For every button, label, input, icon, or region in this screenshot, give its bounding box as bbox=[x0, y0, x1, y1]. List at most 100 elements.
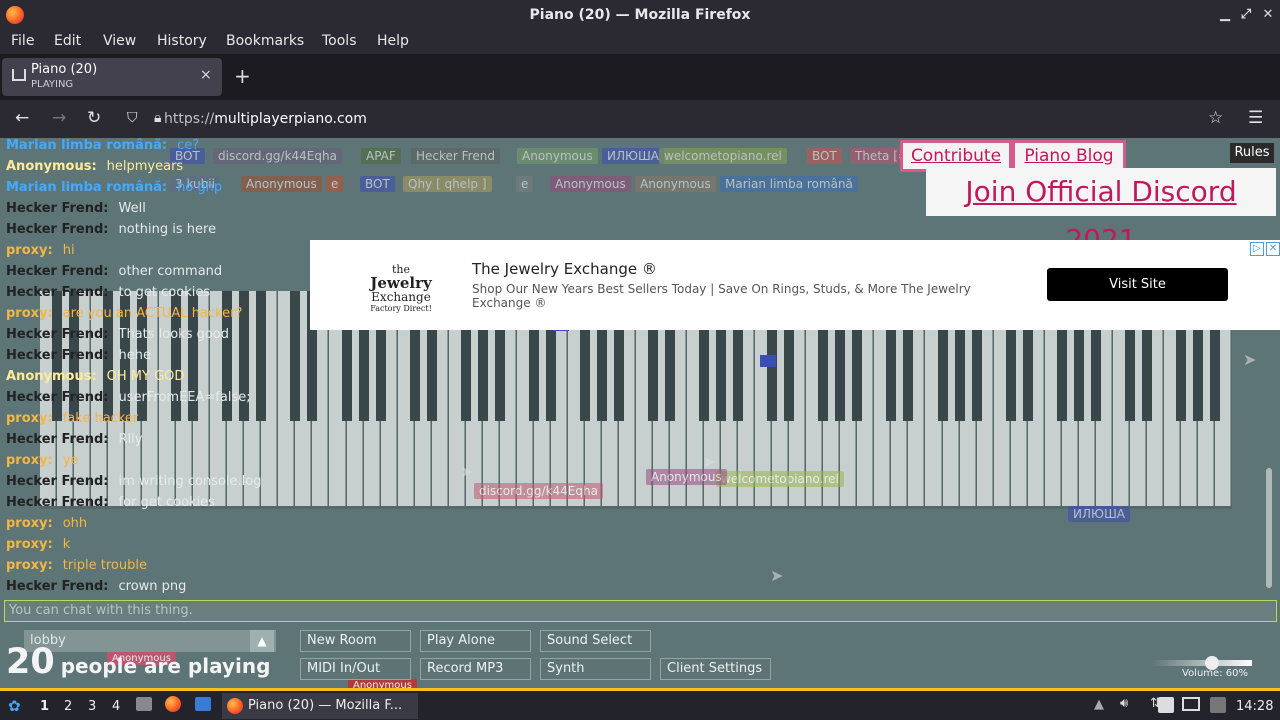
client-settings-button[interactable]: Client Settings bbox=[660, 658, 771, 680]
ad-info-icon[interactable]: ▷ bbox=[1250, 242, 1264, 256]
new-room-button[interactable]: New Room bbox=[300, 630, 411, 652]
visit-site-button[interactable]: Visit Site bbox=[1047, 268, 1228, 301]
window-title: Piano (20) — Mozilla Firefox bbox=[529, 7, 751, 23]
chat-author: Hecker Frend: bbox=[6, 390, 109, 405]
user-tag[interactable]: Marian limba română bbox=[720, 176, 858, 192]
midi-in-out-button[interactable]: MIDI In/Out bbox=[300, 658, 411, 680]
forward-icon[interactable]: → bbox=[52, 108, 66, 128]
chat-author: Anonymous: bbox=[6, 159, 97, 174]
menu-tools[interactable]: Tools bbox=[322, 33, 357, 49]
chat-author: proxy: bbox=[6, 243, 53, 258]
cursor-arrow-icon: ➤ bbox=[770, 566, 784, 585]
close-window-icon[interactable]: ✕ bbox=[1258, 0, 1278, 30]
chat-message: Hecker Frend: to get cookies bbox=[6, 285, 210, 300]
clipboard-icon[interactable] bbox=[1158, 697, 1174, 713]
volume-slider[interactable]: Volume: 60% bbox=[1152, 646, 1262, 682]
chat-message: Hecker Frend: Thats looks good bbox=[6, 327, 229, 342]
menu-bookmarks[interactable]: Bookmarks bbox=[226, 33, 304, 49]
piano-favicon-icon bbox=[12, 69, 26, 81]
chat-author: Hecker Frend: bbox=[6, 222, 109, 237]
volume-label: Volume: 60% bbox=[1182, 668, 1248, 679]
tab-piano[interactable]: Piano (20) PLAYING × bbox=[2, 58, 222, 96]
chat-text: Rlly bbox=[118, 432, 143, 447]
chat-message: Hecker Frend: other command bbox=[6, 264, 222, 279]
chat-message: Marian limba română: ce? bbox=[6, 138, 199, 153]
chat-text: Well bbox=[118, 201, 146, 216]
workspace-4[interactable]: 4 bbox=[112, 699, 120, 714]
chat-scrollbar[interactable] bbox=[1266, 138, 1274, 588]
menu-file[interactable]: File bbox=[11, 33, 34, 49]
chat-message: Hecker Frend: Rlly bbox=[6, 432, 142, 447]
back-icon[interactable]: ← bbox=[15, 108, 29, 128]
lock-icon[interactable]: 🔒︎ bbox=[154, 110, 161, 126]
chat-input[interactable]: You can chat with this thing. bbox=[4, 600, 1277, 622]
volume-icon[interactable]: 🔊︎ bbox=[1120, 696, 1128, 711]
chat-text: hehe bbox=[118, 348, 151, 363]
chat-text: k bbox=[62, 537, 71, 552]
player-count-label: people are playing bbox=[60, 654, 271, 678]
taskbar: ✿ 1 2 3 4 Piano (20) — Mozilla F... ▲ 🔊︎… bbox=[0, 688, 1280, 720]
cursor-arrow-icon: ➤ bbox=[1243, 350, 1257, 369]
workspace-2[interactable]: 2 bbox=[64, 699, 72, 714]
record-mp3-button[interactable]: Record MP3 bbox=[420, 658, 531, 680]
user-tag[interactable]: ИЛЮША bbox=[602, 148, 664, 164]
hamburger-menu-icon[interactable]: ☰ bbox=[1248, 108, 1263, 128]
maximize-icon[interactable]: ⤢ bbox=[1236, 0, 1256, 30]
workspace-3[interactable]: 3 bbox=[88, 699, 96, 714]
chat-message: Anonymous: OH MY GOD bbox=[6, 369, 184, 384]
ad-logo: the Jewelry Exchange Factory Direct! bbox=[368, 264, 434, 314]
minimize-icon[interactable]: ▁ bbox=[1215, 0, 1235, 30]
cursor-tag: Anonymous bbox=[348, 679, 417, 688]
tab-title: Piano (20) bbox=[31, 62, 98, 77]
user-tag[interactable]: Anonymous bbox=[635, 176, 716, 192]
chat-text: ho ghp bbox=[177, 180, 223, 195]
chat-text: fake hacker bbox=[62, 411, 139, 426]
chat-text: are you an ACTUAL hacker? bbox=[62, 306, 243, 321]
updates-icon[interactable] bbox=[1210, 697, 1226, 713]
tab-close-icon[interactable]: × bbox=[200, 67, 212, 83]
chat-author: Hecker Frend: bbox=[6, 474, 109, 489]
terminal-icon[interactable] bbox=[195, 697, 211, 711]
scrollbar-thumb[interactable] bbox=[1266, 468, 1272, 588]
new-tab-icon[interactable]: + bbox=[234, 64, 251, 88]
player-count: 20 people are playing bbox=[6, 642, 270, 682]
player-count-number: 20 bbox=[6, 642, 55, 682]
chat-text: im writing console.log bbox=[118, 474, 262, 489]
firefox-logo-icon bbox=[6, 6, 24, 24]
window-titlebar: Piano (20) — Mozilla Firefox ▁ ⤢ ✕ bbox=[0, 0, 1280, 30]
menu-help[interactable]: Help bbox=[377, 33, 409, 49]
menu-edit[interactable]: Edit bbox=[54, 33, 81, 49]
menu-history[interactable]: History bbox=[157, 33, 207, 49]
volume-track[interactable] bbox=[1152, 660, 1252, 666]
chat-message: Hecker Frend: hehe bbox=[6, 348, 151, 363]
user-tag[interactable]: welcometopiano.rel bbox=[659, 148, 787, 164]
chat-message: proxy: triple trouble bbox=[6, 558, 147, 573]
chat-message: proxy: hi bbox=[6, 243, 75, 258]
display-icon[interactable] bbox=[1182, 697, 1200, 711]
play-alone-button[interactable]: Play Alone bbox=[420, 630, 531, 652]
chat-author: Hecker Frend: bbox=[6, 348, 109, 363]
chat-text: ce? bbox=[177, 138, 200, 153]
url-bar[interactable]: https://multiplayerpiano.com bbox=[164, 105, 1194, 133]
notification-icon[interactable]: ▲ bbox=[1094, 697, 1104, 712]
file-manager-icon[interactable] bbox=[136, 697, 152, 711]
advertisement-banner[interactable]: the Jewelry Exchange Factory Direct! The… bbox=[310, 240, 1280, 330]
sound-select-button[interactable]: Sound Select bbox=[540, 630, 651, 652]
chat-message: Hecker Frend: nothing is here bbox=[6, 222, 216, 237]
chat-author: proxy: bbox=[6, 306, 53, 321]
user-tag[interactable]: BOT bbox=[807, 148, 842, 164]
ad-headline[interactable]: The Jewelry Exchange ® bbox=[472, 260, 657, 278]
firefox-launcher-icon[interactable] bbox=[165, 696, 181, 712]
discord-link[interactable]: Join Official Discord 2021 bbox=[926, 168, 1276, 256]
reload-icon[interactable]: ↻ bbox=[87, 108, 101, 128]
tracking-shield-icon[interactable]: ⛉ bbox=[127, 110, 138, 126]
bookmark-star-icon[interactable]: ☆ bbox=[1208, 108, 1223, 128]
menu-view[interactable]: View bbox=[103, 33, 136, 49]
chat-author: proxy: bbox=[6, 537, 53, 552]
start-menu-icon[interactable]: ✿ bbox=[8, 697, 21, 715]
taskbar-firefox-window[interactable]: Piano (20) — Mozilla F... bbox=[222, 693, 418, 719]
ad-logo-line: Jewelry bbox=[370, 274, 432, 292]
workspace-1[interactable]: 1 bbox=[40, 699, 49, 714]
synth-button[interactable]: Synth bbox=[540, 658, 651, 680]
chat-message: Marian limba română: ho ghp bbox=[6, 180, 222, 195]
